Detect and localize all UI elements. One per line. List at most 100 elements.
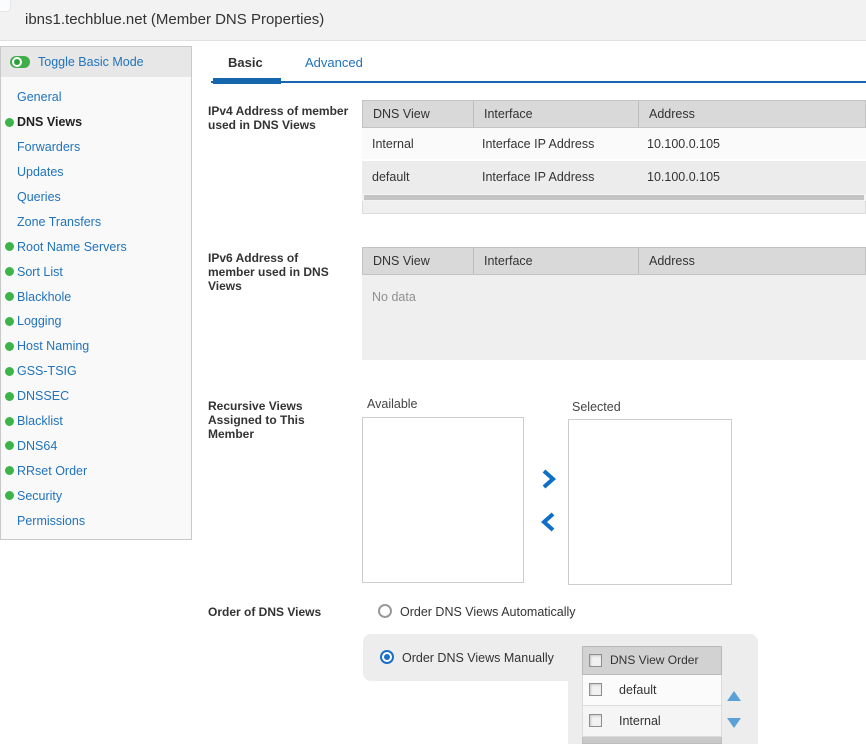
cell-interface: Interface IP Address <box>472 128 637 159</box>
order-row-default[interactable]: default <box>582 675 722 706</box>
sidebar-item-label: Blackhole <box>17 290 71 304</box>
sidebar-item-label: GSS-TSIG <box>17 364 77 378</box>
table-row[interactable]: default Interface IP Address 10.100.0.10… <box>362 161 866 194</box>
column-header-dns-view[interactable]: DNS View <box>363 101 473 127</box>
column-header-interface[interactable]: Interface <box>473 101 638 127</box>
toggle-basic-mode[interactable]: Toggle Basic Mode <box>1 47 191 77</box>
title-bar: ibns1.techblue.net (Member DNS Propertie… <box>0 0 866 41</box>
column-header-address[interactable]: Address <box>638 248 865 274</box>
status-dot-icon <box>5 367 14 376</box>
status-dot-icon <box>5 317 14 326</box>
sidebar-item-dns-views[interactable]: DNS Views <box>1 110 191 135</box>
table-row[interactable]: Internal Interface IP Address 10.100.0.1… <box>362 128 866 161</box>
column-header-interface[interactable]: Interface <box>473 248 638 274</box>
sidebar: Toggle Basic Mode General DNS Views Forw… <box>0 46 192 540</box>
move-right-button[interactable] <box>540 468 556 495</box>
sidebar-item-label: DNSSEC <box>17 389 69 403</box>
status-dot-icon <box>5 292 14 301</box>
sidebar-item-sort-list[interactable]: Sort List <box>1 259 191 284</box>
status-dot-icon <box>5 342 14 351</box>
dns-view-order-table: DNS View Order default Internal <box>582 646 722 744</box>
chevron-left-icon <box>540 511 556 533</box>
sidebar-item-blackhole[interactable]: Blackhole <box>1 284 191 309</box>
status-dot-icon <box>5 392 14 401</box>
chevron-right-icon <box>540 468 556 490</box>
order-table-scrollbar[interactable] <box>582 737 722 744</box>
ipv4-table: DNS View Interface Address Internal Inte… <box>362 100 866 214</box>
member-dns-properties-dialog: ibns1.techblue.net (Member DNS Propertie… <box>0 0 866 744</box>
sidebar-item-forwarders[interactable]: Forwarders <box>1 135 191 160</box>
scrollbar-thumb[interactable] <box>364 195 864 200</box>
sidebar-item-updates[interactable]: Updates <box>1 160 191 185</box>
cell-dns-view: Internal <box>362 128 472 159</box>
row-checkbox[interactable] <box>589 683 602 696</box>
toggle-knob <box>12 57 22 67</box>
status-dot-icon <box>5 491 14 500</box>
sidebar-item-label: Host Naming <box>17 339 89 353</box>
sidebar-item-blacklist[interactable]: Blacklist <box>1 409 191 434</box>
no-data-message: No data <box>362 275 866 304</box>
sidebar-item-label: Security <box>17 489 62 503</box>
table-footer-strip <box>362 201 866 214</box>
sidebar-item-rrset-order[interactable]: RRset Order <box>1 458 191 483</box>
sidebar-item-label: Zone Transfers <box>17 215 101 229</box>
ipv4-table-header: DNS View Interface Address <box>362 100 866 128</box>
horizontal-scrollbar[interactable] <box>362 194 866 201</box>
sidebar-item-gss-tsig[interactable]: GSS-TSIG <box>1 359 191 384</box>
tab-advanced[interactable]: Advanced <box>305 55 363 70</box>
sidebar-item-label: RRset Order <box>17 464 87 478</box>
cell-interface: Interface IP Address <box>472 161 637 194</box>
radio-order-automatically[interactable] <box>378 604 392 618</box>
ipv6-table-body: No data <box>362 275 866 360</box>
tab-basic[interactable]: Basic <box>228 55 263 70</box>
sidebar-item-root-name-servers[interactable]: Root Name Servers <box>1 234 191 259</box>
move-left-button[interactable] <box>540 511 556 538</box>
corner-decoration <box>0 0 11 12</box>
sidebar-item-label: DNS Views <box>17 115 82 129</box>
cell-address: 10.100.0.105 <box>637 161 866 194</box>
sidebar-item-security[interactable]: Security <box>1 483 191 508</box>
ipv6-section-label: IPv6 Address of member used in DNS Views <box>208 251 348 293</box>
status-dot-icon <box>5 118 14 127</box>
sidebar-item-permissions[interactable]: Permissions <box>1 508 191 533</box>
column-header-address[interactable]: Address <box>638 101 865 127</box>
sidebar-item-label: Permissions <box>17 514 85 528</box>
order-row-label: Internal <box>619 706 661 736</box>
toggle-basic-mode-label: Toggle Basic Mode <box>38 55 144 69</box>
toggle-switch-icon[interactable] <box>10 56 30 68</box>
sidebar-item-label: Updates <box>17 165 64 179</box>
radio-order-manually[interactable] <box>380 650 394 664</box>
status-dot-icon <box>5 242 14 251</box>
sidebar-item-label: Queries <box>17 190 61 204</box>
available-listbox[interactable] <box>362 417 524 583</box>
sidebar-item-label: DNS64 <box>17 439 57 453</box>
sidebar-item-label: Blacklist <box>17 414 63 428</box>
dialog-title: ibns1.techblue.net (Member DNS Propertie… <box>25 11 324 28</box>
move-down-arrow-icon[interactable] <box>727 718 741 728</box>
radio-order-automatically-label[interactable]: Order DNS Views Automatically <box>400 605 576 619</box>
ipv6-table-header: DNS View Interface Address <box>362 247 866 275</box>
radio-order-manually-label[interactable]: Order DNS Views Manually <box>402 651 554 665</box>
status-dot-icon <box>5 267 14 276</box>
order-section-label: Order of DNS Views <box>208 605 358 619</box>
tab-divider-line <box>211 81 866 83</box>
column-header-dns-view[interactable]: DNS View <box>363 248 473 274</box>
cell-address: 10.100.0.105 <box>637 128 866 159</box>
sidebar-item-label: Root Name Servers <box>17 240 127 254</box>
active-tab-indicator <box>213 78 281 84</box>
available-list-label: Available <box>367 397 418 411</box>
sidebar-item-host-naming[interactable]: Host Naming <box>1 334 191 359</box>
sidebar-item-dns64[interactable]: DNS64 <box>1 433 191 458</box>
sidebar-item-label: General <box>17 90 61 104</box>
order-row-internal[interactable]: Internal <box>582 706 722 737</box>
sidebar-item-dnssec[interactable]: DNSSEC <box>1 384 191 409</box>
move-up-arrow-icon[interactable] <box>727 691 741 701</box>
select-all-checkbox[interactable] <box>589 654 602 667</box>
row-checkbox[interactable] <box>589 714 602 727</box>
sidebar-item-queries[interactable]: Queries <box>1 185 191 210</box>
sidebar-item-label: Sort List <box>17 265 63 279</box>
sidebar-item-general[interactable]: General <box>1 85 191 110</box>
selected-listbox[interactable] <box>568 419 732 585</box>
sidebar-item-logging[interactable]: Logging <box>1 309 191 334</box>
sidebar-item-zone-transfers[interactable]: Zone Transfers <box>1 209 191 234</box>
